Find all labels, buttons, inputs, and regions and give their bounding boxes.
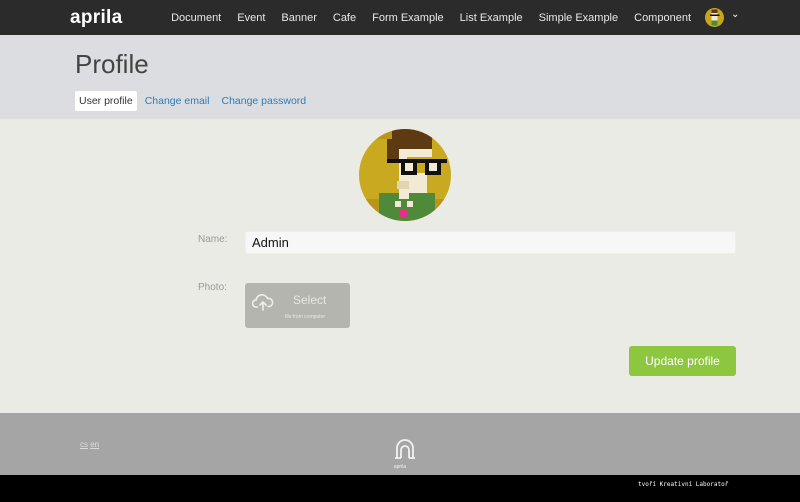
page-title: Profile [75,49,149,79]
footer-logo-text: aprila [393,464,407,470]
upload-subtitle: file from computer [285,314,326,320]
upload-title: Select [293,293,327,307]
aprila-logo-icon [395,439,415,459]
photo-label: Photo: [198,282,227,293]
nav-link-document[interactable]: Document [171,12,221,24]
nav-link-cafe[interactable]: Cafe [333,12,356,24]
brand-logo-link[interactable]: aprila [70,7,123,29]
photo-upload-button[interactable]: Select file from computer [245,283,350,328]
cloud-upload-icon [252,294,274,311]
nav-link-event[interactable]: Event [237,12,265,24]
tab-change-email[interactable]: Change email [141,91,214,111]
tab-user-profile[interactable]: User profile [75,91,137,111]
user-avatar-icon [705,8,724,27]
nav-link-simple-example[interactable]: Simple Example [539,12,618,24]
page-header: Profile User profile Change email Change… [0,35,800,119]
nav-link-component[interactable]: Component [634,12,691,24]
language-switcher: cs en [80,440,99,449]
update-profile-button[interactable]: Update profile [629,346,736,376]
nav-link-list-example[interactable]: List Example [460,12,523,24]
credit-text[interactable]: tvoří Kreativní Laboratoř [638,481,728,488]
name-input[interactable] [245,231,736,254]
tab-change-password[interactable]: Change password [217,91,310,111]
nav-link-form-example[interactable]: Form Example [372,12,444,24]
pixel-avatar-icon [359,129,451,221]
lang-link-cs[interactable]: cs [80,440,88,449]
nav-link-banner[interactable]: Banner [281,12,316,24]
name-label: Name: [198,234,228,245]
footer: cs en aprila [0,413,800,475]
profile-avatar [359,129,451,221]
top-navbar: aprila Document Event Banner Cafe Form E… [0,0,800,35]
chevron-down-icon[interactable]: ⌄ [731,9,739,20]
profile-tabs: User profile Change email Change passwor… [75,91,310,111]
lang-link-en[interactable]: en [90,440,99,449]
user-avatar-menu[interactable] [705,8,724,27]
main-nav: Document Event Banner Cafe Form Example … [171,0,691,35]
credit-bar: tvoří Kreativní Laboratoř [0,475,800,502]
